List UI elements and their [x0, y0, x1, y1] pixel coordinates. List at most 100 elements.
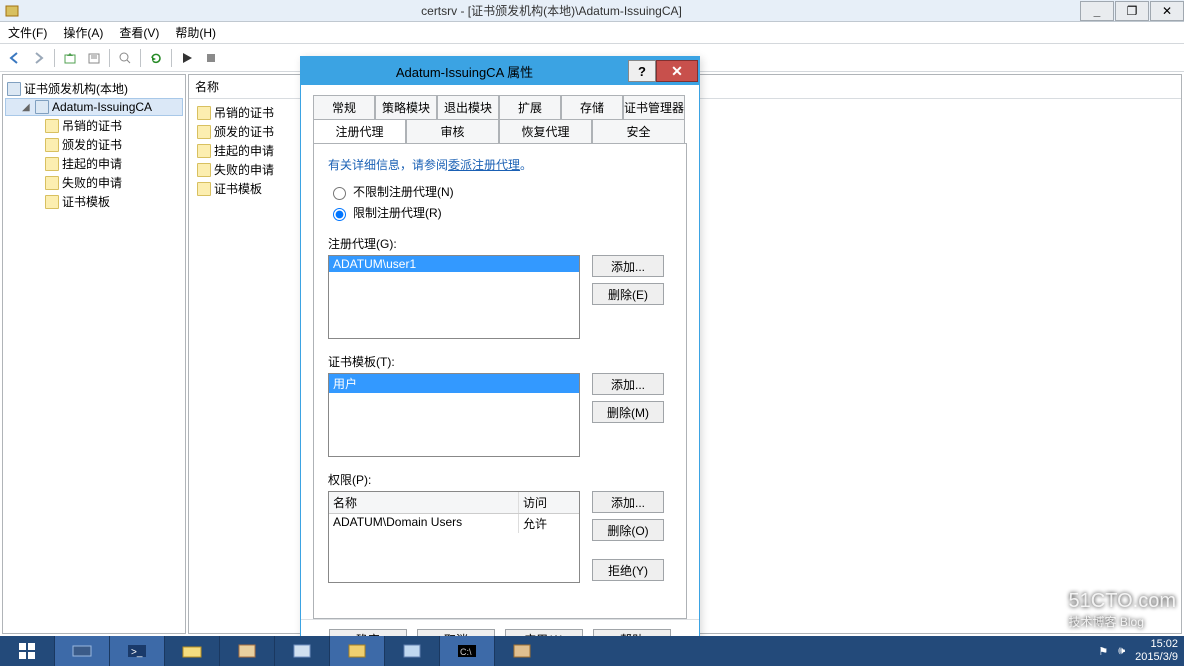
folder-icon — [197, 144, 211, 158]
tree-folder[interactable]: 挂起的申请 — [5, 154, 183, 173]
minimize-button[interactable]: _ — [1080, 1, 1114, 21]
radio-label: 限制注册代理(R) — [353, 204, 442, 221]
expand-icon[interactable]: ◢ — [22, 102, 32, 113]
tab-ext[interactable]: 扩展 — [499, 95, 561, 119]
agents-remove-button[interactable]: 删除(E) — [592, 283, 664, 305]
props-icon[interactable] — [83, 47, 105, 69]
nav-back-icon[interactable] — [4, 47, 26, 69]
dialog-close-button[interactable]: ✕ — [656, 60, 698, 82]
tray-flag-icon[interactable]: ⚑ — [1098, 645, 1108, 658]
ca-root-icon — [7, 82, 21, 96]
list-item[interactable]: ADATUM\user1 — [329, 256, 579, 272]
perm-col-access[interactable]: 访问 — [519, 492, 579, 513]
hint-link[interactable]: 委派注册代理 — [448, 158, 520, 172]
tree-folder[interactable]: 吊销的证书 — [5, 116, 183, 135]
nav-forward-icon[interactable] — [28, 47, 50, 69]
task-app[interactable] — [385, 636, 439, 666]
menu-help[interactable]: 帮助(H) — [167, 22, 224, 44]
folder-icon — [197, 163, 211, 177]
start-button[interactable] — [0, 636, 54, 666]
up-icon[interactable] — [59, 47, 81, 69]
tray-time: 15:02 — [1135, 638, 1178, 651]
task-app[interactable] — [220, 636, 274, 666]
task-cmd[interactable]: C:\ — [440, 636, 494, 666]
tab-audit[interactable]: 审核 — [406, 119, 499, 143]
folder-label: 证书模板 — [62, 193, 110, 210]
menubar: 文件(F) 操作(A) 查看(V) 帮助(H) — [0, 22, 1184, 44]
dialog-title: Adatum-IssuingCA 属性 — [301, 62, 628, 81]
perm-col-name[interactable]: 名称 — [329, 492, 519, 513]
task-app[interactable] — [275, 636, 329, 666]
permissions-table[interactable]: 名称 访问 ADATUM\Domain Users 允许 — [328, 491, 580, 583]
perms-add-button[interactable]: 添加... — [592, 491, 664, 513]
tray-network-icon[interactable]: 🕪 — [1118, 645, 1125, 658]
templates-add-button[interactable]: 添加... — [592, 373, 664, 395]
folder-label: 颁发的证书 — [62, 136, 122, 153]
tree-root[interactable]: 证书颁发机构(本地) — [5, 79, 183, 98]
templates-list[interactable]: 用户 — [328, 373, 580, 457]
tree-panel[interactable]: 证书颁发机构(本地) ◢ Adatum-IssuingCA 吊销的证书 颁发的证… — [2, 74, 186, 634]
tab-recovery[interactable]: 恢复代理 — [499, 119, 592, 143]
window-title: certsrv - [证书颁发机构(本地)\Adatum-IssuingCA] — [24, 2, 1079, 19]
radio-unrestricted[interactable]: 不限制注册代理(N) — [328, 183, 672, 200]
refresh-icon[interactable] — [145, 47, 167, 69]
tab-exit[interactable]: 退出模块 — [437, 95, 499, 119]
window-titlebar: certsrv - [证书颁发机构(本地)\Adatum-IssuingCA] … — [0, 0, 1184, 22]
agents-add-button[interactable]: 添加... — [592, 255, 664, 277]
task-explorer[interactable] — [165, 636, 219, 666]
radio-restricted-input[interactable] — [333, 208, 346, 221]
item-label: 失败的申请 — [214, 161, 274, 178]
perms-remove-button[interactable]: 删除(O) — [592, 519, 664, 541]
stop-icon[interactable] — [200, 47, 222, 69]
task-mmc[interactable] — [330, 636, 384, 666]
agents-list[interactable]: ADATUM\user1 — [328, 255, 580, 339]
folder-icon — [197, 182, 211, 196]
radio-unrestricted-input[interactable] — [333, 187, 346, 200]
radio-restricted[interactable]: 限制注册代理(R) — [328, 204, 672, 221]
ca-icon — [35, 100, 49, 114]
tree-ca[interactable]: ◢ Adatum-IssuingCA — [5, 98, 183, 116]
run-icon[interactable] — [176, 47, 198, 69]
tab-storage[interactable]: 存储 — [561, 95, 623, 119]
svg-text:>_: >_ — [131, 647, 143, 658]
item-label: 证书模板 — [214, 180, 262, 197]
tab-security[interactable]: 安全 — [592, 119, 685, 143]
menu-file[interactable]: 文件(F) — [0, 22, 55, 44]
templates-label: 证书模板(T): — [328, 353, 672, 370]
folder-icon — [45, 138, 59, 152]
list-item[interactable]: 用户 — [329, 374, 579, 393]
dialog-help-button[interactable]: ? — [628, 60, 656, 82]
folder-icon — [45, 176, 59, 190]
menu-view[interactable]: 查看(V) — [111, 22, 167, 44]
task-servermgr[interactable] — [55, 636, 109, 666]
perms-deny-button[interactable]: 拒绝(Y) — [592, 559, 664, 581]
tray-date: 2015/3/9 — [1135, 651, 1178, 664]
maximize-button[interactable]: ❐ — [1115, 1, 1149, 21]
tab-certmgr[interactable]: 证书管理器 — [623, 95, 685, 119]
tree-folder[interactable]: 颁发的证书 — [5, 135, 183, 154]
radio-label: 不限制注册代理(N) — [353, 183, 454, 200]
folder-icon — [45, 195, 59, 209]
system-tray[interactable]: ⚑ 🕪 15:02 2015/3/9 — [1092, 638, 1184, 664]
task-app[interactable] — [495, 636, 549, 666]
folder-label: 挂起的申请 — [62, 155, 122, 172]
tab-general[interactable]: 常规 — [313, 95, 375, 119]
perms-label: 权限(P): — [328, 471, 672, 488]
find-icon[interactable] — [114, 47, 136, 69]
dialog-titlebar[interactable]: Adatum-IssuingCA 属性 ? ✕ — [301, 57, 699, 85]
close-button[interactable]: ✕ — [1150, 1, 1184, 21]
tab-content: 有关详细信息，请参阅委派注册代理。 不限制注册代理(N) 限制注册代理(R) 注… — [313, 143, 687, 619]
table-row[interactable]: ADATUM\Domain Users 允许 — [329, 514, 579, 533]
tab-policy[interactable]: 策略模块 — [375, 95, 437, 119]
templates-remove-button[interactable]: 删除(M) — [592, 401, 664, 423]
tree-folder[interactable]: 失败的申请 — [5, 173, 183, 192]
folder-label: 吊销的证书 — [62, 117, 122, 134]
tab-enroll-agent[interactable]: 注册代理 — [313, 119, 406, 143]
hint-text: 有关详细信息，请参阅委派注册代理。 — [328, 156, 672, 173]
perm-access: 允许 — [519, 514, 579, 533]
perm-name: ADATUM\Domain Users — [329, 514, 519, 533]
tree-ca-label: Adatum-IssuingCA — [52, 100, 152, 114]
menu-action[interactable]: 操作(A) — [55, 22, 111, 44]
tree-folder[interactable]: 证书模板 — [5, 192, 183, 211]
task-powershell[interactable]: >_ — [110, 636, 164, 666]
